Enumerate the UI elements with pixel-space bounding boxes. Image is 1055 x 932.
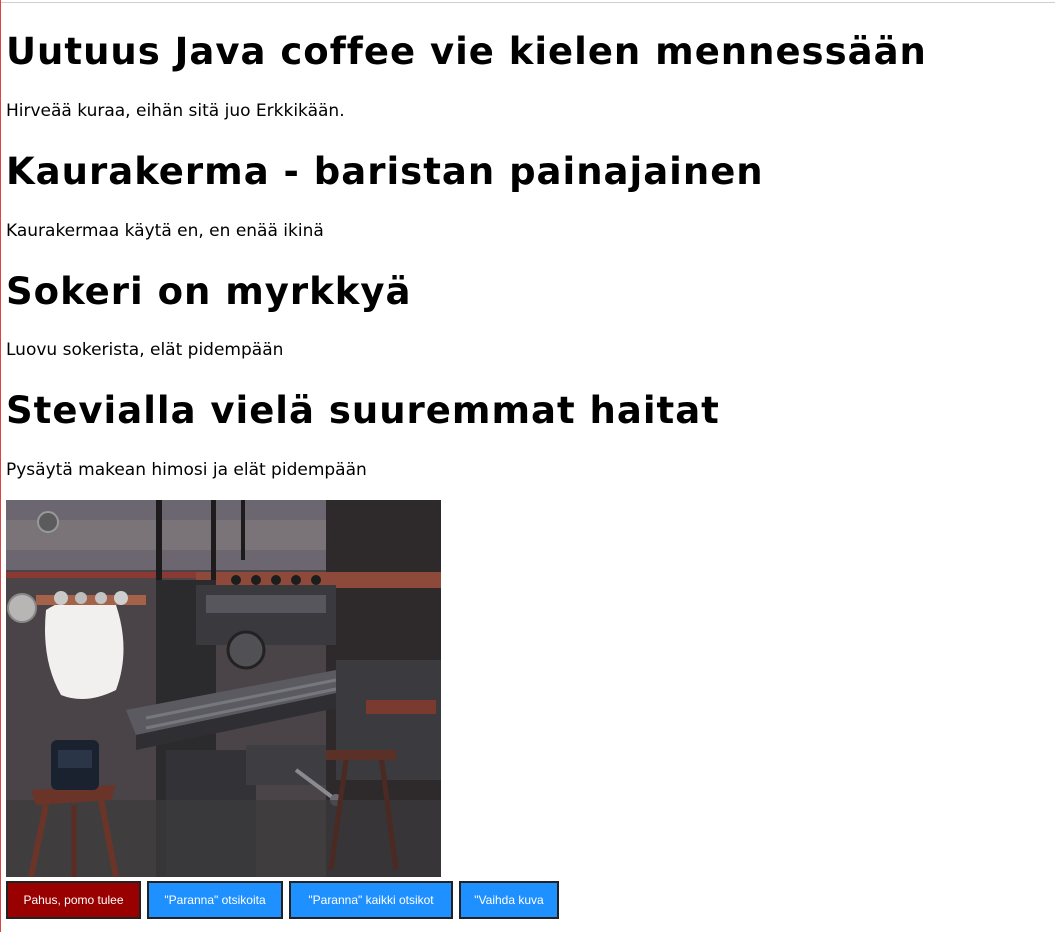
improve-headings-button[interactable]: "Paranna" otsikoita bbox=[147, 881, 283, 919]
article-1-title: Uutuus Java coffee vie kielen mennessään bbox=[6, 30, 927, 73]
article-1-text: Hirveää kuraa, eihän sitä juo Erkkikään. bbox=[6, 101, 345, 121]
change-image-button[interactable]: "Vaihda kuva bbox=[459, 881, 559, 919]
top-divider bbox=[0, 2, 1055, 3]
left-border bbox=[0, 0, 1, 932]
boss-coming-button[interactable]: Pahus, pomo tulee bbox=[6, 881, 141, 919]
improve-all-headings-button[interactable]: "Paranna" kaikki otsikot bbox=[289, 881, 453, 919]
article-4-text: Pysäytä makean himosi ja elät pidempään bbox=[6, 460, 367, 480]
article-3-title: Sokeri on myrkkyä bbox=[6, 270, 412, 313]
article-4-title: Stevialla vielä suuremmat haitat bbox=[6, 389, 720, 432]
workshop-machine-photo bbox=[6, 500, 441, 877]
article-2-title: Kaurakerma - baristan painajainen bbox=[6, 150, 764, 193]
article-3-text: Luovu sokerista, elät pidempään bbox=[6, 340, 284, 360]
article-2-text: Kaurakermaa käytä en, en enää ikinä bbox=[6, 221, 324, 241]
